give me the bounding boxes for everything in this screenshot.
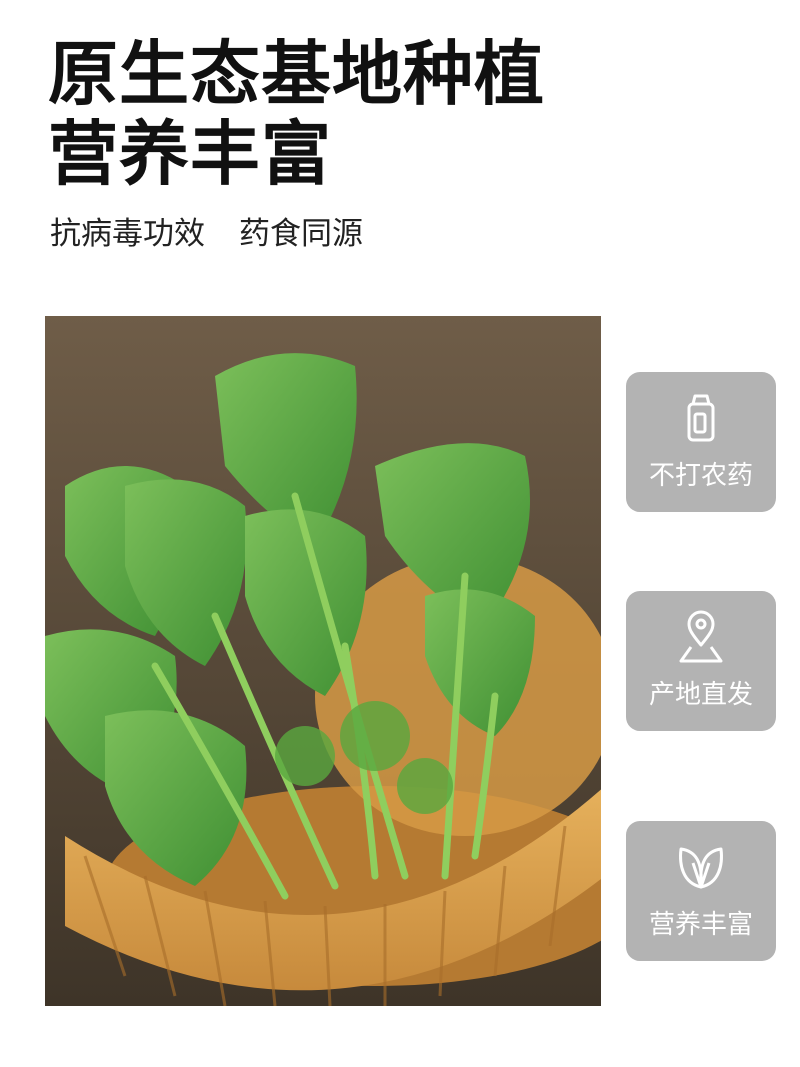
headline-line-2: 营养丰富 bbox=[48, 113, 332, 195]
badge-nutrition: 营养丰富 bbox=[626, 821, 776, 961]
badge-no-pesticide: 不打农药 bbox=[626, 372, 776, 512]
badge-origin-direct: 产地直发 bbox=[626, 591, 776, 731]
headline-line-1: 原生态基地种植 bbox=[48, 33, 545, 115]
product-photo bbox=[45, 316, 601, 1006]
headline: 原生态基地种植 营养丰富 bbox=[48, 34, 545, 194]
badge-label: 不打农药 bbox=[648, 461, 753, 491]
badge-label: 营养丰富 bbox=[648, 910, 753, 940]
subtitle: 抗病毒功效 药食同源 bbox=[50, 214, 363, 254]
leaf-icon bbox=[673, 839, 729, 895]
subtitle-left: 抗病毒功效 bbox=[50, 216, 205, 252]
bottle-icon bbox=[673, 390, 729, 446]
subtitle-right: 药食同源 bbox=[239, 216, 363, 252]
badge-label: 产地直发 bbox=[648, 680, 753, 710]
map-pin-icon bbox=[673, 609, 729, 665]
